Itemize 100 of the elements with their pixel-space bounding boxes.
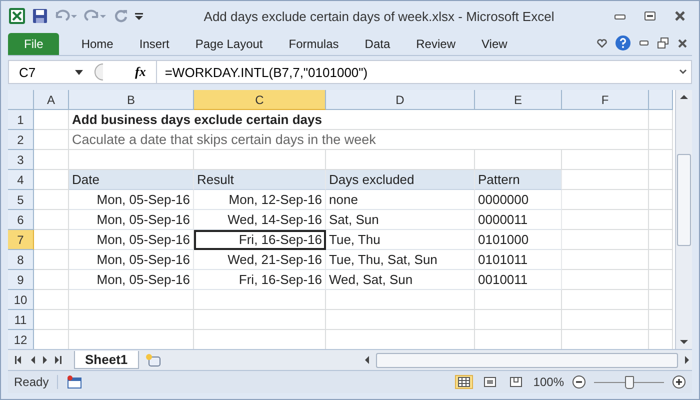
ribbon-tab[interactable]: Data — [352, 33, 402, 55]
empty-cell[interactable] — [649, 290, 673, 310]
row-header[interactable]: 3 — [8, 150, 34, 170]
close-icon[interactable] — [674, 10, 686, 22]
empty-cell[interactable] — [562, 250, 649, 270]
table-header-cell: Pattern — [475, 170, 562, 190]
table-cell: 0000011 — [475, 210, 562, 230]
scroll-right-icon[interactable] — [682, 355, 692, 365]
ribbon-tab[interactable]: Review — [404, 33, 468, 55]
file-tab[interactable]: File — [8, 33, 60, 55]
empty-cell[interactable] — [562, 270, 649, 290]
refresh-icon[interactable] — [114, 9, 128, 23]
empty-cell[interactable] — [649, 230, 673, 250]
ribbon-tab[interactable]: View — [470, 33, 520, 55]
column-header[interactable]: A — [34, 90, 69, 110]
status-text: Ready — [14, 375, 58, 389]
row-header[interactable]: 4 — [8, 170, 34, 190]
ribbon-tab[interactable]: Page Layout — [183, 33, 275, 55]
empty-cell[interactable] — [649, 170, 673, 190]
sheet-title: Add business days exclude certain days — [72, 112, 322, 127]
zoom-level[interactable]: 100% — [533, 375, 564, 389]
empty-cell[interactable] — [475, 310, 562, 330]
macro-record-icon[interactable] — [66, 375, 82, 389]
zoom-in-icon[interactable] — [672, 375, 686, 389]
table-cell: Tue, Thu — [326, 230, 475, 250]
empty-cell[interactable] — [649, 110, 673, 130]
table-header-cell: Days excluded — [326, 170, 475, 190]
empty-cell[interactable] — [194, 310, 326, 330]
column-header[interactable]: C — [194, 90, 326, 110]
table-cell: Tue, Thu, Sat, Sun — [326, 250, 475, 270]
row-header[interactable]: 12 — [8, 330, 34, 349]
table-header-cell: Date — [69, 170, 194, 190]
empty-cell[interactable] — [326, 310, 475, 330]
table-cell: none — [326, 190, 475, 210]
empty-cell[interactable] — [194, 290, 326, 310]
table-cell: Mon, 05-Sep-16 — [69, 230, 194, 250]
row-header[interactable]: 10 — [8, 290, 34, 310]
undo-icon[interactable] — [54, 9, 78, 23]
empty-cell[interactable] — [649, 190, 673, 210]
table-cell: 0000000 — [475, 190, 562, 210]
empty-cell[interactable] — [649, 250, 673, 270]
empty-cell[interactable] — [562, 190, 649, 210]
minimize-icon[interactable] — [614, 12, 626, 20]
table-cell: Fri, 16-Sep-16 — [194, 270, 326, 290]
zoom-slider-handle[interactable] — [625, 376, 634, 388]
close-icon[interactable] — [677, 38, 688, 48]
empty-cell[interactable] — [69, 290, 194, 310]
help-icon[interactable] — [615, 35, 631, 51]
excel-logo-icon[interactable] — [8, 7, 26, 25]
table-header-cell: Result — [194, 170, 326, 190]
column-header[interactable]: D — [326, 90, 475, 110]
sheet-subtitle: Caculate a date that skips certain days in the week — [72, 132, 376, 147]
restore-icon[interactable] — [657, 37, 669, 49]
empty-cell[interactable] — [649, 130, 673, 150]
normal-view-button[interactable] — [455, 375, 474, 389]
empty-cell[interactable] — [649, 310, 673, 330]
customize-menu-icon[interactable] — [134, 10, 144, 22]
table-cell: 0101000 — [475, 230, 562, 250]
redo-icon[interactable] — [84, 9, 108, 23]
column-header[interactable]: F — [562, 90, 649, 110]
table-cell: Fri, 16-Sep-16 — [194, 230, 326, 250]
zoom-out-icon[interactable] — [572, 375, 586, 389]
empty-cell[interactable] — [562, 310, 649, 330]
select-all-corner[interactable] — [8, 90, 34, 110]
column-header[interactable]: E — [475, 90, 562, 110]
empty-cell[interactable] — [562, 150, 649, 170]
row-header[interactable]: 1 — [8, 110, 34, 130]
table-cell: Mon, 12-Sep-16 — [194, 190, 326, 210]
table-cell: Sat, Sun — [326, 210, 475, 230]
row-header[interactable]: 7 — [8, 230, 34, 250]
empty-cell[interactable] — [69, 310, 194, 330]
empty-cell[interactable] — [649, 210, 673, 230]
ribbon-tab[interactable]: Formulas — [276, 33, 351, 55]
minimize-icon[interactable] — [639, 40, 649, 46]
column-header[interactable]: B — [69, 90, 194, 110]
save-icon[interactable] — [32, 8, 48, 24]
table-cell: 0101011 — [475, 250, 562, 270]
empty-cell[interactable] — [562, 210, 649, 230]
row-header[interactable]: 5 — [8, 190, 34, 210]
empty-cell[interactable] — [562, 230, 649, 250]
empty-cell[interactable] — [649, 150, 673, 170]
vertical-scrollbar[interactable] — [675, 90, 692, 349]
ribbon-tab[interactable]: Insert — [127, 33, 182, 55]
empty-cell[interactable] — [562, 290, 649, 310]
table-cell: Mon, 05-Sep-16 — [69, 250, 194, 270]
row-header[interactable]: 6 — [8, 210, 34, 230]
table-cell: Wed, Sat, Sun — [326, 270, 475, 290]
empty-cell[interactable] — [326, 290, 475, 310]
ribbon-tab[interactable]: Home — [69, 33, 126, 55]
sheet-tab[interactable]: Sheet1 — [74, 351, 139, 369]
new-sheet-icon[interactable] — [144, 353, 161, 367]
empty-cell[interactable] — [649, 270, 673, 290]
row-header[interactable]: 9 — [8, 270, 34, 290]
row-header[interactable]: 8 — [8, 250, 34, 270]
row-header[interactable]: 2 — [8, 130, 34, 150]
row-header[interactable]: 11 — [8, 310, 34, 330]
table-cell: Mon, 05-Sep-16 — [69, 210, 194, 230]
maximize-icon[interactable] — [644, 11, 656, 21]
empty-cell[interactable] — [475, 290, 562, 310]
heart-icon[interactable] — [597, 38, 607, 48]
